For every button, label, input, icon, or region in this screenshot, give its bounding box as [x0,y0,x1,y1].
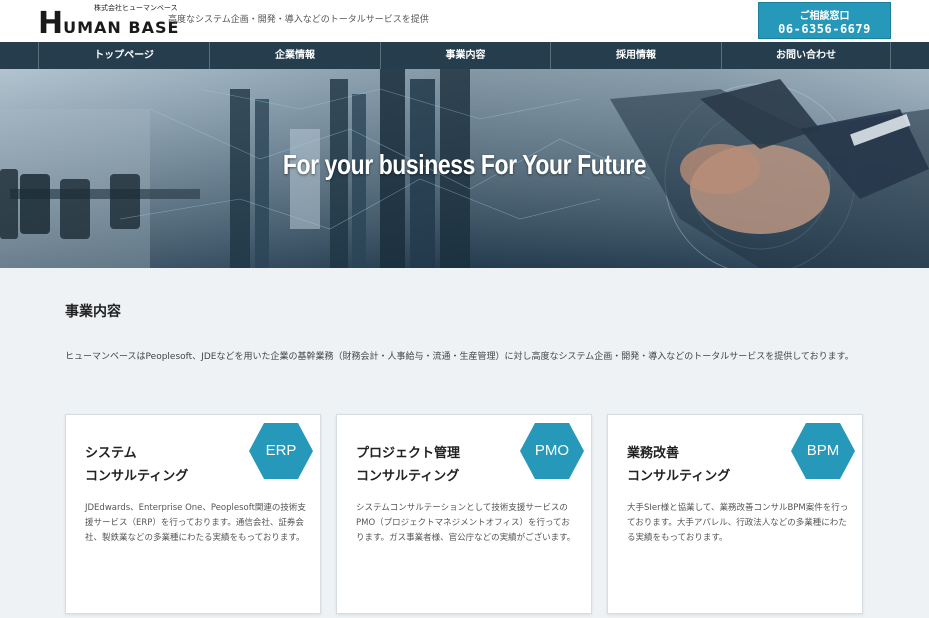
hero-banner: For your business For Your Future [0,69,929,268]
contact-phone: 06-6356-6679 [778,22,871,36]
main-nav: トップページ 企業情報 事業内容 採用情報 お問い合わせ [0,42,929,69]
service-card-erp[interactable]: システム コンサルティング ERP JDEdwards、Enterprise O… [65,414,321,614]
card-badge: ERP [265,442,297,459]
nav-item-top[interactable]: トップページ [38,42,209,69]
card-badge: PMO [534,442,570,459]
nav-item-business[interactable]: 事業内容 [380,42,550,69]
site-tagline: 高度なシステム企画・開発・導入などのトータルサービスを提供 [168,15,429,25]
card-description: システムコンサルテーションとして技術支援サービスのPMO（プロジェクトマネジメン… [356,503,576,543]
business-section: 事業内容 ヒューマンベースはPeoplesoft、JDEなどを用いた企業の基幹業… [0,268,929,618]
logo-wordmark: HUMAN BASE [38,6,180,41]
service-card-bpm[interactable]: 業務改善 コンサルティング BPM 大手SIer様と協業して、業務改善コンサルB… [607,414,863,614]
contact-label: ご相談窓口 [799,11,850,22]
nav-item-contact[interactable]: お問い合わせ [721,42,891,69]
section-title: 事業内容 [65,304,121,320]
company-logo[interactable]: 株式会社ヒューマンベース HUMAN BASE [38,3,178,39]
card-title: プロジェクト管理 コンサルティング [356,446,461,484]
nav-item-company[interactable]: 企業情報 [209,42,380,69]
section-intro: ヒューマンベースはPeoplesoft、JDEなどを用いた企業の基幹業務（財務会… [65,352,854,362]
service-card-pmo[interactable]: プロジェクト管理 コンサルティング PMO システムコンサルテーションとして技術… [336,414,592,614]
card-title: 業務改善 コンサルティング [627,446,731,484]
card-badge: BPM [806,442,840,459]
card-description: JDEdwards、Enterprise One、Peoplesoft関連の技術… [85,503,306,543]
nav-item-recruit[interactable]: 採用情報 [550,42,721,69]
contact-button[interactable]: ご相談窓口 06-6356-6679 [758,2,891,39]
site-header: 株式会社ヒューマンベース HUMAN BASE 高度なシステム企画・開発・導入な… [0,0,929,42]
card-title: システム コンサルティング [85,446,189,484]
card-description: 大手SIer様と協業して、業務改善コンサルBPM案件を行っております。大手アパレ… [627,503,849,543]
hero-title: For your business For Your Future [282,149,647,180]
